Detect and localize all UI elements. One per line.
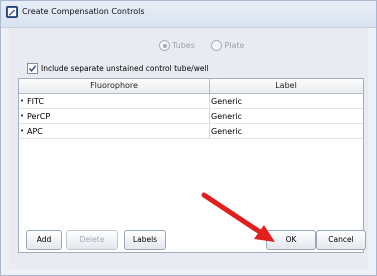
red-arrow-annotation — [201, 192, 275, 242]
dialog-window: Create Compensation Controls Tubes Plate… — [0, 0, 377, 276]
